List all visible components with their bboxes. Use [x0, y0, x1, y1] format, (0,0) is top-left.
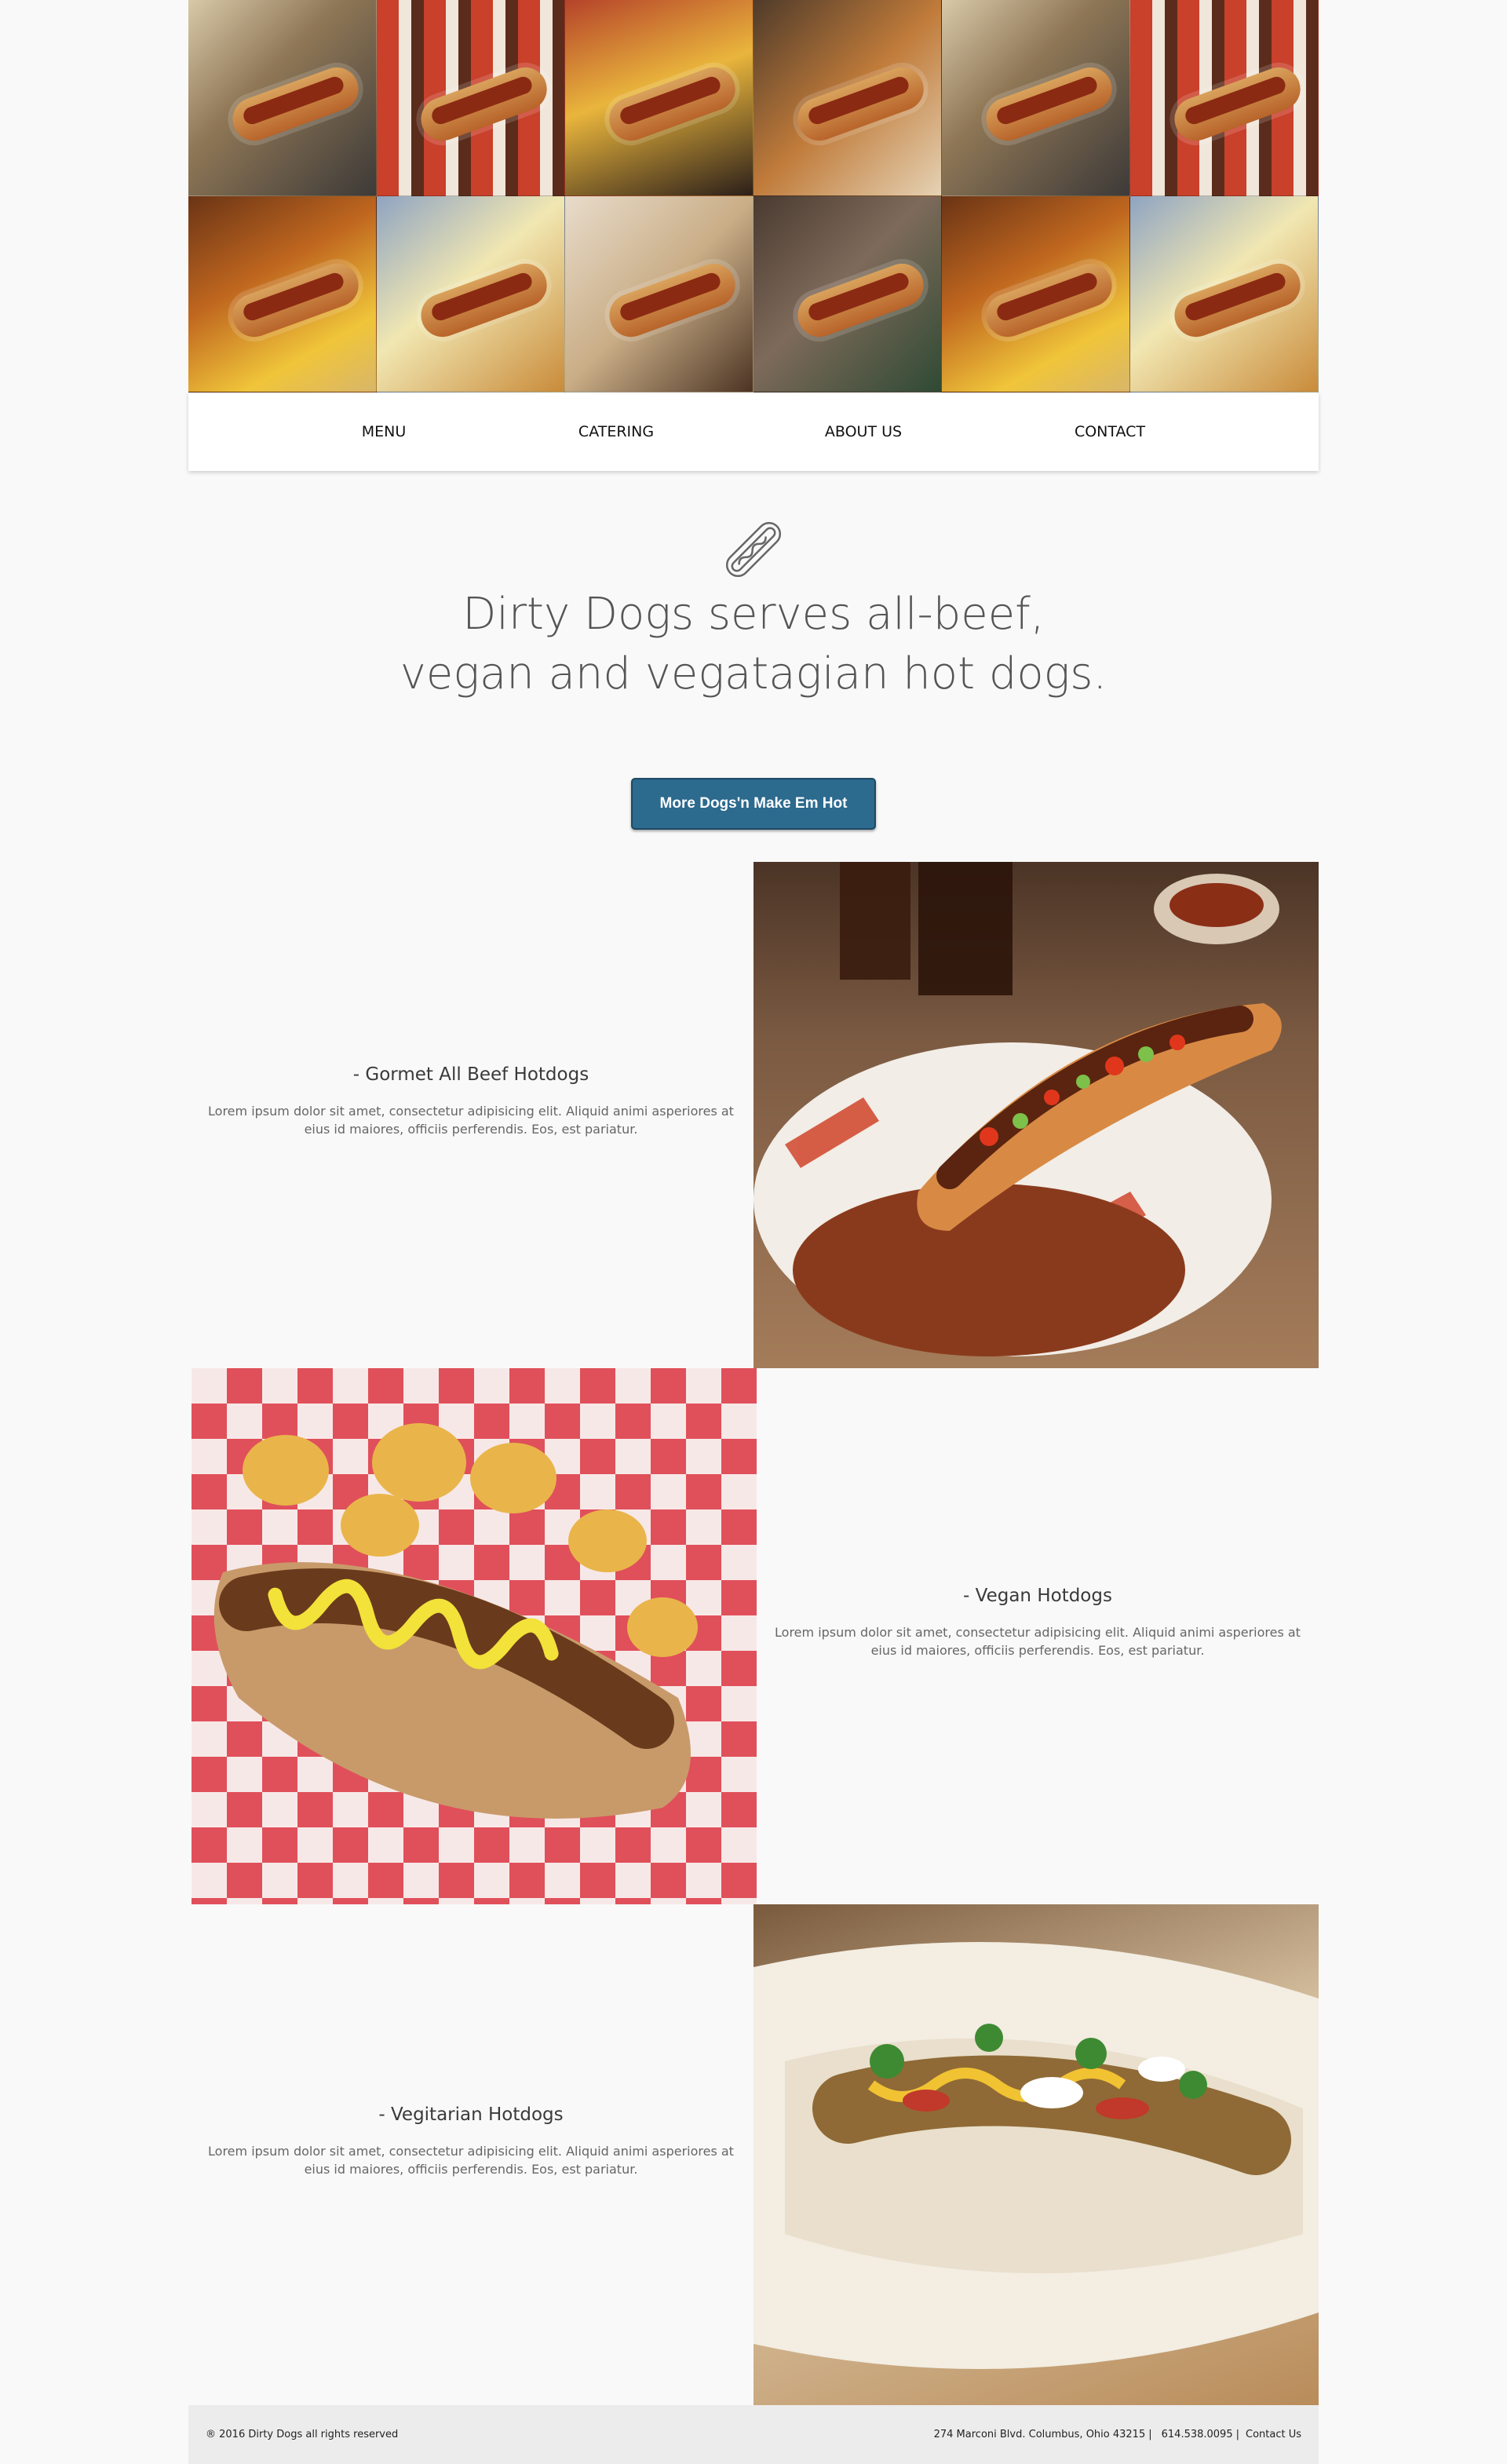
feature-vegetarian: - Vegitarian Hotdogs Lorem ipsum dolor s… — [188, 2104, 754, 2178]
beef-hotdog-photo — [754, 862, 1319, 1368]
hero-photo — [565, 196, 754, 392]
site-footer: ® 2016 Dirty Dogs all rights reserved 27… — [188, 2405, 1319, 2464]
feature-desc-line: Lorem ipsum dolor sit amet, consectetur … — [208, 1104, 734, 1119]
feature-desc-line: eius id maiores, officiis perferendis. E… — [304, 1122, 638, 1137]
feature-title: - Gormet All Beef Hotdogs — [352, 1064, 589, 1085]
nav-about-us-link[interactable]: ABOUT US — [825, 392, 902, 471]
footer-contact-info: 274 Marconi Blvd. Columbus, Ohio 43215 | 6… — [931, 2405, 1301, 2464]
footer-separator: | — [1148, 2429, 1152, 2440]
footer-separator: | — [1235, 2429, 1239, 2440]
vegetarian-hotdog-photo — [754, 1904, 1319, 2405]
hero-photo — [188, 196, 377, 392]
hero-photo — [942, 0, 1130, 196]
vegan-hotdog-photo — [192, 1368, 757, 1904]
footer-phone[interactable]: 614.538.0095 — [1162, 2429, 1233, 2440]
hero-photo — [377, 196, 565, 392]
feature-title: - Vegitarian Hotdogs — [378, 2104, 564, 2125]
hero-photo — [377, 0, 565, 196]
hero-photo — [754, 196, 942, 392]
footer-address: 274 Marconi Blvd. Columbus, Ohio 43215 — [933, 2429, 1146, 2440]
hero-photo — [188, 0, 377, 196]
nav-contact-link[interactable]: CONTACT — [1075, 392, 1145, 471]
feature-desc-line: Lorem ipsum dolor sit amet, consectetur … — [208, 2144, 734, 2159]
feature-description: Lorem ipsum dolor sit amet, consectetur … — [188, 2142, 754, 2178]
feature-desc-line: Lorem ipsum dolor sit amet, consectetur … — [775, 1625, 1301, 1640]
hero-photo — [1130, 0, 1319, 196]
nav-menu-link[interactable]: MENU — [362, 392, 407, 471]
feature-title: - Vegan Hotdogs — [963, 1586, 1112, 1606]
main-nav: MENU CATERING ABOUT US CONTACT — [188, 392, 1319, 471]
headline-line: vegan and vegatagian hot dogs. — [400, 648, 1107, 699]
footer-copyright: ® 2016 Dirty Dogs all rights reserved — [206, 2429, 399, 2440]
hero-photo — [754, 0, 942, 196]
hero-photo — [1130, 196, 1319, 392]
footer-contact-link[interactable]: Contact Us — [1246, 2429, 1301, 2440]
hotdog-outline-icon — [725, 521, 782, 578]
feature-desc-line: eius id maiores, officiis perferendis. E… — [304, 2162, 638, 2177]
intro-headline: Dirty Dogs serves all-beef, vegan and ve… — [188, 585, 1319, 704]
more-dogs-button[interactable]: More Dogs'n Make Em Hot — [631, 778, 876, 830]
nav-catering-link[interactable]: CATERING — [578, 392, 654, 471]
hero-photo — [565, 0, 754, 196]
hero-photo — [942, 196, 1130, 392]
feature-description: Lorem ipsum dolor sit amet, consectetur … — [757, 1623, 1319, 1659]
feature-desc-line: eius id maiores, officiis perferendis. E… — [870, 1643, 1205, 1658]
feature-vegan: - Vegan Hotdogs Lorem ipsum dolor sit am… — [757, 1586, 1319, 1659]
feature-beef: - Gormet All Beef Hotdogs Lorem ipsum do… — [188, 1064, 754, 1138]
feature-description: Lorem ipsum dolor sit amet, consectetur … — [188, 1102, 754, 1138]
hero-photo-mosaic — [188, 0, 1319, 392]
headline-line: Dirty Dogs serves all-beef, — [462, 589, 1045, 640]
